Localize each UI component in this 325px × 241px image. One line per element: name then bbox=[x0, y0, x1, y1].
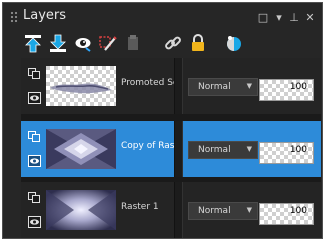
layer-tree-cell: Promoted Selection bbox=[21, 58, 174, 114]
blend-mode-value: Normal bbox=[198, 206, 231, 216]
link-icon[interactable] bbox=[163, 33, 183, 53]
blend-mode-select[interactable]: Normal ▼ bbox=[188, 78, 258, 96]
layer-type-icon[interactable] bbox=[28, 192, 41, 204]
layer-controls bbox=[23, 58, 43, 114]
restore-button[interactable]: □ bbox=[256, 10, 270, 24]
chevron-down-icon: ▼ bbox=[246, 82, 252, 90]
blend-mode-value: Normal bbox=[198, 145, 231, 155]
close-button[interactable]: ✕ bbox=[303, 10, 317, 24]
opacity-value: 100 bbox=[289, 206, 307, 216]
layer-type-icon[interactable] bbox=[28, 131, 41, 143]
blend-mode-select[interactable]: Normal ▼ bbox=[188, 202, 258, 220]
column-divider[interactable] bbox=[174, 58, 183, 114]
column-divider[interactable] bbox=[174, 121, 183, 177]
visibility-icon[interactable] bbox=[73, 33, 93, 53]
drag-grip-icon[interactable] bbox=[10, 11, 18, 24]
row-separator bbox=[21, 114, 321, 121]
layer-type-icon[interactable] bbox=[28, 68, 41, 80]
opacity-field[interactable]: 100 bbox=[259, 79, 314, 101]
raster-thumbnail bbox=[46, 190, 116, 230]
eye-icon[interactable] bbox=[28, 92, 41, 104]
layer-list: Promoted Selection Normal ▼ 100 bbox=[21, 58, 321, 238]
opacity-field[interactable]: 100 bbox=[259, 142, 314, 164]
copy-raster-thumbnail bbox=[46, 129, 116, 169]
layer-name[interactable]: Copy of Raster 1 bbox=[121, 141, 174, 151]
layer-row[interactable]: Raster 1 Normal ▼ 100 bbox=[21, 182, 321, 238]
chevron-down-icon: ▼ bbox=[246, 206, 252, 214]
layer-name[interactable]: Promoted Selection bbox=[121, 78, 174, 88]
lock-icon[interactable] bbox=[188, 33, 208, 53]
blend-mode-select[interactable]: Normal ▼ bbox=[188, 141, 258, 159]
blend-mode-value: Normal bbox=[198, 82, 231, 92]
eye-icon[interactable] bbox=[28, 216, 41, 228]
layer-controls bbox=[23, 182, 43, 238]
layers-toolbar bbox=[3, 30, 322, 56]
opacity-field[interactable]: 100 bbox=[259, 203, 314, 225]
layer-tree-cell: Raster 1 bbox=[21, 182, 174, 238]
column-divider[interactable] bbox=[174, 182, 183, 238]
panel-title: Layers bbox=[23, 8, 67, 23]
dropdown-button[interactable]: ▾ bbox=[272, 10, 286, 24]
layer-name[interactable]: Raster 1 bbox=[121, 202, 174, 212]
layer-controls bbox=[23, 121, 43, 177]
opacity-value: 100 bbox=[289, 145, 307, 155]
layer-row-selected[interactable]: Copy of Raster 1 Normal ▼ 100 bbox=[21, 121, 321, 177]
eye-icon[interactable] bbox=[28, 155, 41, 167]
edit-selection-icon[interactable] bbox=[98, 33, 118, 53]
move-layer-down-icon[interactable] bbox=[48, 33, 68, 53]
chevron-down-icon: ▼ bbox=[246, 145, 252, 153]
layers-panel: Layers □ ▾ ⊥ ✕ Promoted S Normal ▼ 100 C… bbox=[2, 2, 323, 239]
promoted-selection-thumbnail bbox=[46, 66, 116, 106]
blend-icon[interactable] bbox=[224, 33, 244, 53]
pin-button[interactable]: ⊥ bbox=[287, 10, 301, 24]
layer-tree-cell: Copy of Raster 1 bbox=[21, 121, 174, 177]
unavailable-icon[interactable] bbox=[123, 33, 143, 53]
move-layer-up-icon[interactable] bbox=[23, 33, 43, 53]
layer-row[interactable]: Promoted Selection Normal ▼ 100 bbox=[21, 58, 321, 114]
title-bar[interactable]: Layers □ ▾ ⊥ ✕ bbox=[3, 3, 322, 30]
opacity-value: 100 bbox=[289, 82, 307, 92]
